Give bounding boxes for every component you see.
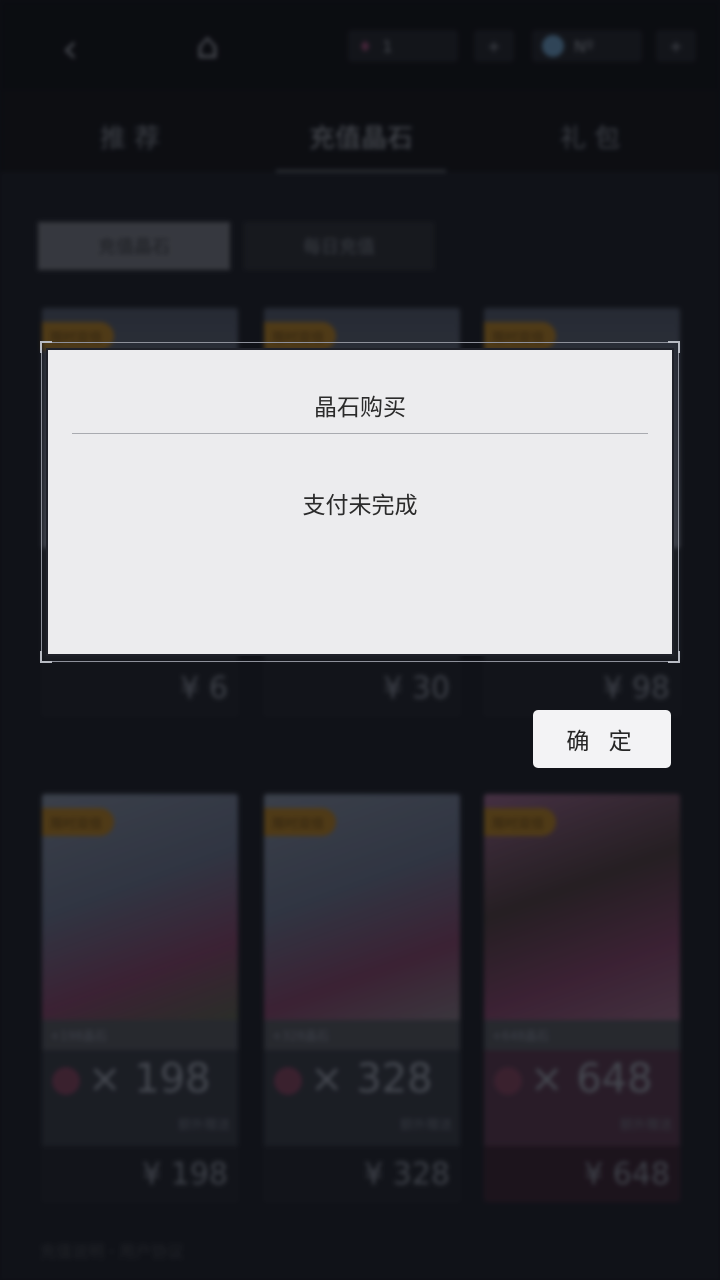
dialog-message: 支付未完成 — [302, 493, 418, 519]
purchase-dialog: 晶石购买 支付未完成 — [46, 348, 674, 656]
dialog-divider — [72, 433, 648, 434]
confirm-button[interactable]: 确 定 — [533, 710, 671, 768]
dialog-title: 晶石购买 — [314, 395, 406, 421]
